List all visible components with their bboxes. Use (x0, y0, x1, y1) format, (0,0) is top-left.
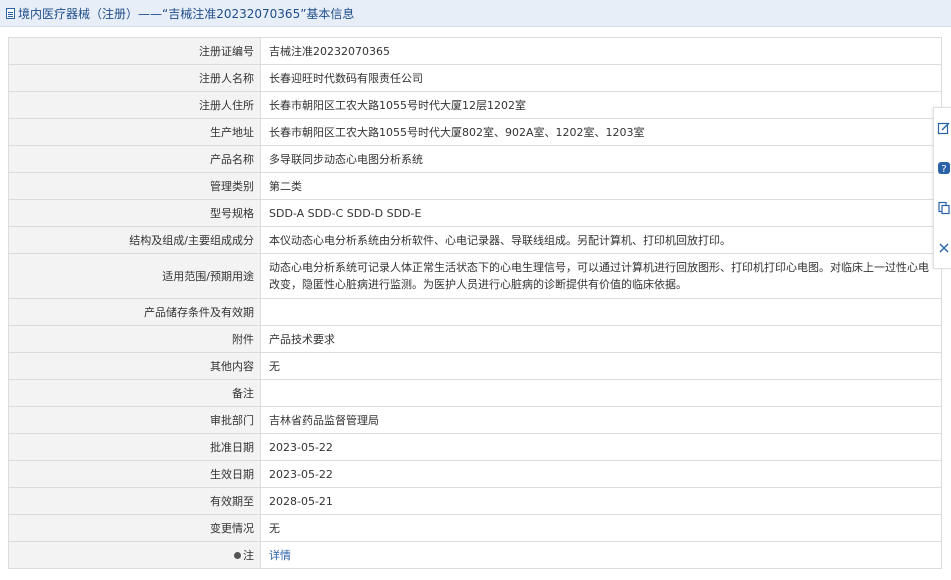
table-row: 其他内容 无 (8, 352, 942, 380)
row-label-approval-department: 审批部门 (8, 406, 261, 434)
edit-icon[interactable] (936, 120, 951, 136)
row-value-approval-date: 2023-05-22 (260, 433, 942, 461)
row-label-structure-composition: 结构及组成/主要组成成分 (8, 226, 261, 254)
table-row: 生产地址 长春市朝阳区工农大路1055号时代大厦802室、902A室、1202室… (8, 118, 942, 146)
row-value-approval-department: 吉林省药品监督管理局 (260, 406, 942, 434)
table-row: 注册人名称 长春迎旺时代数码有限责任公司 (8, 64, 942, 92)
row-label-intended-use: 适用范围/预期用途 (8, 253, 261, 299)
row-label-note: 注 (8, 541, 261, 569)
row-value-valid-until: 2028-05-21 (260, 487, 942, 515)
row-value-registrant-name: 长春迎旺时代数码有限责任公司 (260, 64, 942, 92)
row-value-production-address: 长春市朝阳区工农大路1055号时代大厦802室、902A室、1202室、1203… (260, 118, 942, 146)
help-icon[interactable]: ? (936, 160, 951, 176)
page-title: 境内医疗器械（注册）——“吉械注准20232070365”基本信息 (18, 6, 355, 21)
table-row: 注册人住所 长春市朝阳区工农大路1055号时代大厦12层1202室 (8, 91, 942, 119)
row-label-remarks: 备注 (8, 379, 261, 407)
row-value-change-status: 无 (260, 514, 942, 542)
table-row: 适用范围/预期用途 动态心电分析系统可记录人体正常生活状态下的心电生理信号，可以… (8, 253, 942, 299)
row-value-management-category: 第二类 (260, 172, 942, 200)
row-label-storage-validity: 产品储存条件及有效期 (8, 298, 261, 326)
row-value-effective-date: 2023-05-22 (260, 460, 942, 488)
details-link[interactable]: 详情 (269, 549, 291, 562)
table-row: 产品储存条件及有效期 (8, 298, 942, 326)
page-header: 境内医疗器械（注册）——“吉械注准20232070365”基本信息 (0, 0, 951, 27)
table-row: 备注 (8, 379, 942, 407)
table-row: 型号规格 SDD-A SDD-C SDD-D SDD-E (8, 199, 942, 227)
table-row: 审批部门 吉林省药品监督管理局 (8, 406, 942, 434)
row-value-intended-use: 动态心电分析系统可记录人体正常生活状态下的心电生理信号，可以通过计算机进行回放图… (260, 253, 942, 299)
side-toolbar: ? (933, 107, 951, 269)
row-label-effective-date: 生效日期 (8, 460, 261, 488)
table-row: 附件 产品技术要求 (8, 325, 942, 353)
row-value-remarks (260, 379, 942, 407)
info-table: 注册证编号 吉械注准20232070365 注册人名称 长春迎旺时代数码有限责任… (8, 37, 942, 569)
row-value-note: 详情 (260, 541, 942, 569)
table-row: 批准日期 2023-05-22 (8, 433, 942, 461)
row-label-registrant-name: 注册人名称 (8, 64, 261, 92)
row-label-approval-date: 批准日期 (8, 433, 261, 461)
row-value-product-name: 多导联同步动态心电图分析系统 (260, 145, 942, 173)
row-value-structure-composition: 本仪动态心电分析系统由分析软件、心电记录器、导联线组成。另配计算机、打印机回放打… (260, 226, 942, 254)
row-value-registrant-address: 长春市朝阳区工农大路1055号时代大厦12层1202室 (260, 91, 942, 119)
row-label-registration-number: 注册证编号 (8, 37, 261, 65)
table-row: 有效期至 2028-05-21 (8, 487, 942, 515)
row-label-production-address: 生产地址 (8, 118, 261, 146)
row-label-product-name: 产品名称 (8, 145, 261, 173)
row-value-storage-validity (260, 298, 942, 326)
row-label-valid-until: 有效期至 (8, 487, 261, 515)
svg-text:?: ? (941, 164, 946, 175)
row-label-change-status: 变更情况 (8, 514, 261, 542)
table-row: 生效日期 2023-05-22 (8, 460, 942, 488)
row-label-other-content: 其他内容 (8, 352, 261, 380)
copy-icon[interactable] (936, 200, 951, 216)
row-value-registration-number: 吉械注准20232070365 (260, 37, 942, 65)
close-icon[interactable] (936, 240, 951, 256)
row-label-management-category: 管理类别 (8, 172, 261, 200)
info-table-container: 注册证编号 吉械注准20232070365 注册人名称 长春迎旺时代数码有限责任… (8, 37, 942, 569)
table-row: 结构及组成/主要组成成分 本仪动态心电分析系统由分析软件、心电记录器、导联线组成… (8, 226, 942, 254)
bullet-icon (234, 551, 241, 559)
row-value-other-content: 无 (260, 352, 942, 380)
table-row: 注 详情 (8, 541, 942, 569)
table-row: 变更情况 无 (8, 514, 942, 542)
document-icon (6, 7, 15, 19)
row-label-registrant-address: 注册人住所 (8, 91, 261, 119)
table-row: 产品名称 多导联同步动态心电图分析系统 (8, 145, 942, 173)
table-row: 管理类别 第二类 (8, 172, 942, 200)
row-label-attachment: 附件 (8, 325, 261, 353)
row-value-model-spec: SDD-A SDD-C SDD-D SDD-E (260, 199, 942, 227)
row-label-model-spec: 型号规格 (8, 199, 261, 227)
note-label: 注 (243, 548, 254, 562)
table-row: 注册证编号 吉械注准20232070365 (8, 37, 942, 65)
row-value-attachment: 产品技术要求 (260, 325, 942, 353)
